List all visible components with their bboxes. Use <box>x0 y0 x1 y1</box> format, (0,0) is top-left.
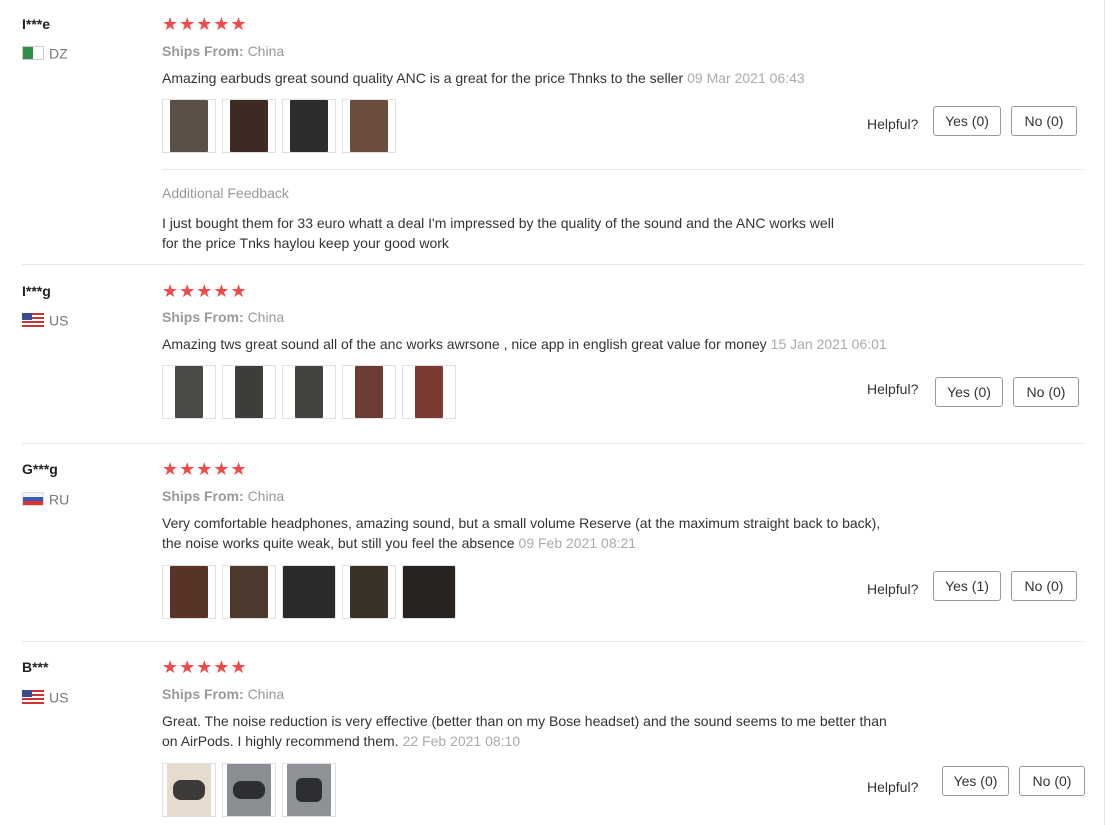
additional-feedback-text: I just bought them for 33 euro whatt a d… <box>162 213 834 253</box>
country-code: DZ <box>49 45 68 62</box>
helpful-yes-button[interactable]: Yes (0) <box>935 377 1003 407</box>
helpful-yes-button[interactable]: Yes (0) <box>942 766 1009 796</box>
review-photo[interactable] <box>222 763 276 817</box>
review-photo[interactable] <box>402 565 456 619</box>
review-text: Amazing earbuds great sound quality ANC … <box>162 68 805 88</box>
reviewer-country: US <box>22 688 69 706</box>
reviewer-name: B*** <box>22 659 49 675</box>
reviewer-country: DZ <box>22 44 68 62</box>
divider <box>162 169 1084 170</box>
review-photo[interactable] <box>222 365 276 419</box>
additional-feedback-title: Additional Feedback <box>162 185 289 201</box>
helpful-label: Helpful? <box>867 381 919 397</box>
review-photo[interactable] <box>342 365 396 419</box>
review-date: 15 Jan 2021 06:01 <box>770 336 887 352</box>
review-body: on AirPods. I highly recommend them. <box>162 733 399 749</box>
ships-from-label: Ships From: <box>162 43 244 59</box>
review-body: Very comfortable headphones, amazing sou… <box>162 515 881 531</box>
review-photo[interactable] <box>402 365 456 419</box>
review-body: Amazing earbuds great sound quality ANC … <box>162 70 684 86</box>
flag-dz-icon <box>22 46 44 61</box>
review-photo[interactable] <box>162 99 216 153</box>
helpful-label: Helpful? <box>867 581 919 597</box>
rating-stars: ★★★★★ <box>162 459 248 479</box>
helpful-yes-button[interactable]: Yes (1) <box>933 571 1001 601</box>
review-body: Great. The noise reduction is very effec… <box>162 713 887 729</box>
review-photo[interactable] <box>342 99 396 153</box>
helpful-yes-button[interactable]: Yes (0) <box>933 106 1001 136</box>
ships-from-label: Ships From: <box>162 488 244 504</box>
ships-from-label: Ships From: <box>162 309 244 325</box>
review-photos <box>162 763 336 819</box>
ships-from: Ships From: China <box>162 686 284 702</box>
rating-stars: ★★★★★ <box>162 657 248 677</box>
review-body: the noise works quite weak, but still yo… <box>162 535 515 551</box>
additional-feedback-line: I just bought them for 33 euro whatt a d… <box>162 215 834 231</box>
review-photo[interactable] <box>282 99 336 153</box>
helpful-no-button[interactable]: No (0) <box>1011 571 1077 601</box>
review-photo[interactable] <box>162 565 216 619</box>
reviewer-country: US <box>22 311 69 329</box>
ships-from-value: China <box>247 488 285 504</box>
reviewer-name: I***e <box>22 16 51 32</box>
review-photo[interactable] <box>342 565 396 619</box>
review-photo[interactable] <box>282 763 336 817</box>
flag-us-icon <box>22 313 44 328</box>
review-date: 22 Feb 2021 08:10 <box>402 733 521 749</box>
rating-stars: ★★★★★ <box>162 14 248 34</box>
helpful-no-button[interactable]: No (0) <box>1011 106 1077 136</box>
review-text: Amazing tws great sound all of the anc w… <box>162 334 887 354</box>
review-photos <box>162 365 456 421</box>
review-text: Great. The noise reduction is very effec… <box>162 711 887 751</box>
country-code: US <box>49 312 69 329</box>
ships-from: Ships From: China <box>162 488 284 504</box>
review-photo[interactable] <box>222 565 276 619</box>
ships-from-label: Ships From: <box>162 686 244 702</box>
page-edge-divider <box>1104 0 1105 825</box>
review-photo[interactable] <box>282 565 336 619</box>
reviewer-name: I***g <box>22 283 51 299</box>
reviewer-country: RU <box>22 490 70 508</box>
review-photo[interactable] <box>282 365 336 419</box>
flag-ru-icon <box>22 492 44 507</box>
ships-from-value: China <box>247 43 285 59</box>
helpful-no-button[interactable]: No (0) <box>1019 766 1085 796</box>
ships-from: Ships From: China <box>162 309 284 325</box>
review-photo[interactable] <box>162 365 216 419</box>
helpful-label: Helpful? <box>867 116 919 132</box>
review-card: B*** US ★★★★★ Ships From: China Great. T… <box>0 642 1085 825</box>
review-date: 09 Mar 2021 06:43 <box>687 70 805 86</box>
review-photo[interactable] <box>222 99 276 153</box>
review-card: G***g RU ★★★★★ Ships From: China Very co… <box>0 444 1085 641</box>
review-text: Very comfortable headphones, amazing sou… <box>162 513 880 553</box>
flag-us-icon <box>22 690 44 705</box>
reviewer-name: G***g <box>22 461 58 477</box>
ships-from: Ships From: China <box>162 43 284 59</box>
review-photos <box>162 99 396 155</box>
ships-from-value: China <box>247 309 285 325</box>
review-date: 09 Feb 2021 08:21 <box>518 535 637 551</box>
review-body: Amazing tws great sound all of the anc w… <box>162 336 767 352</box>
helpful-no-button[interactable]: No (0) <box>1013 377 1079 407</box>
review-card: I***g US ★★★★★ Ships From: China Amazing… <box>0 265 1085 443</box>
review-card: I***e DZ ★★★★★ Ships From: China Amazing… <box>0 0 1085 264</box>
review-photos <box>162 565 456 621</box>
rating-stars: ★★★★★ <box>162 281 248 301</box>
additional-feedback-line: for the price Tnks haylou keep your good… <box>162 235 449 251</box>
country-code: RU <box>49 491 70 508</box>
review-photo[interactable] <box>162 763 216 817</box>
helpful-label: Helpful? <box>867 779 919 795</box>
country-code: US <box>49 689 69 706</box>
ships-from-value: China <box>247 686 285 702</box>
